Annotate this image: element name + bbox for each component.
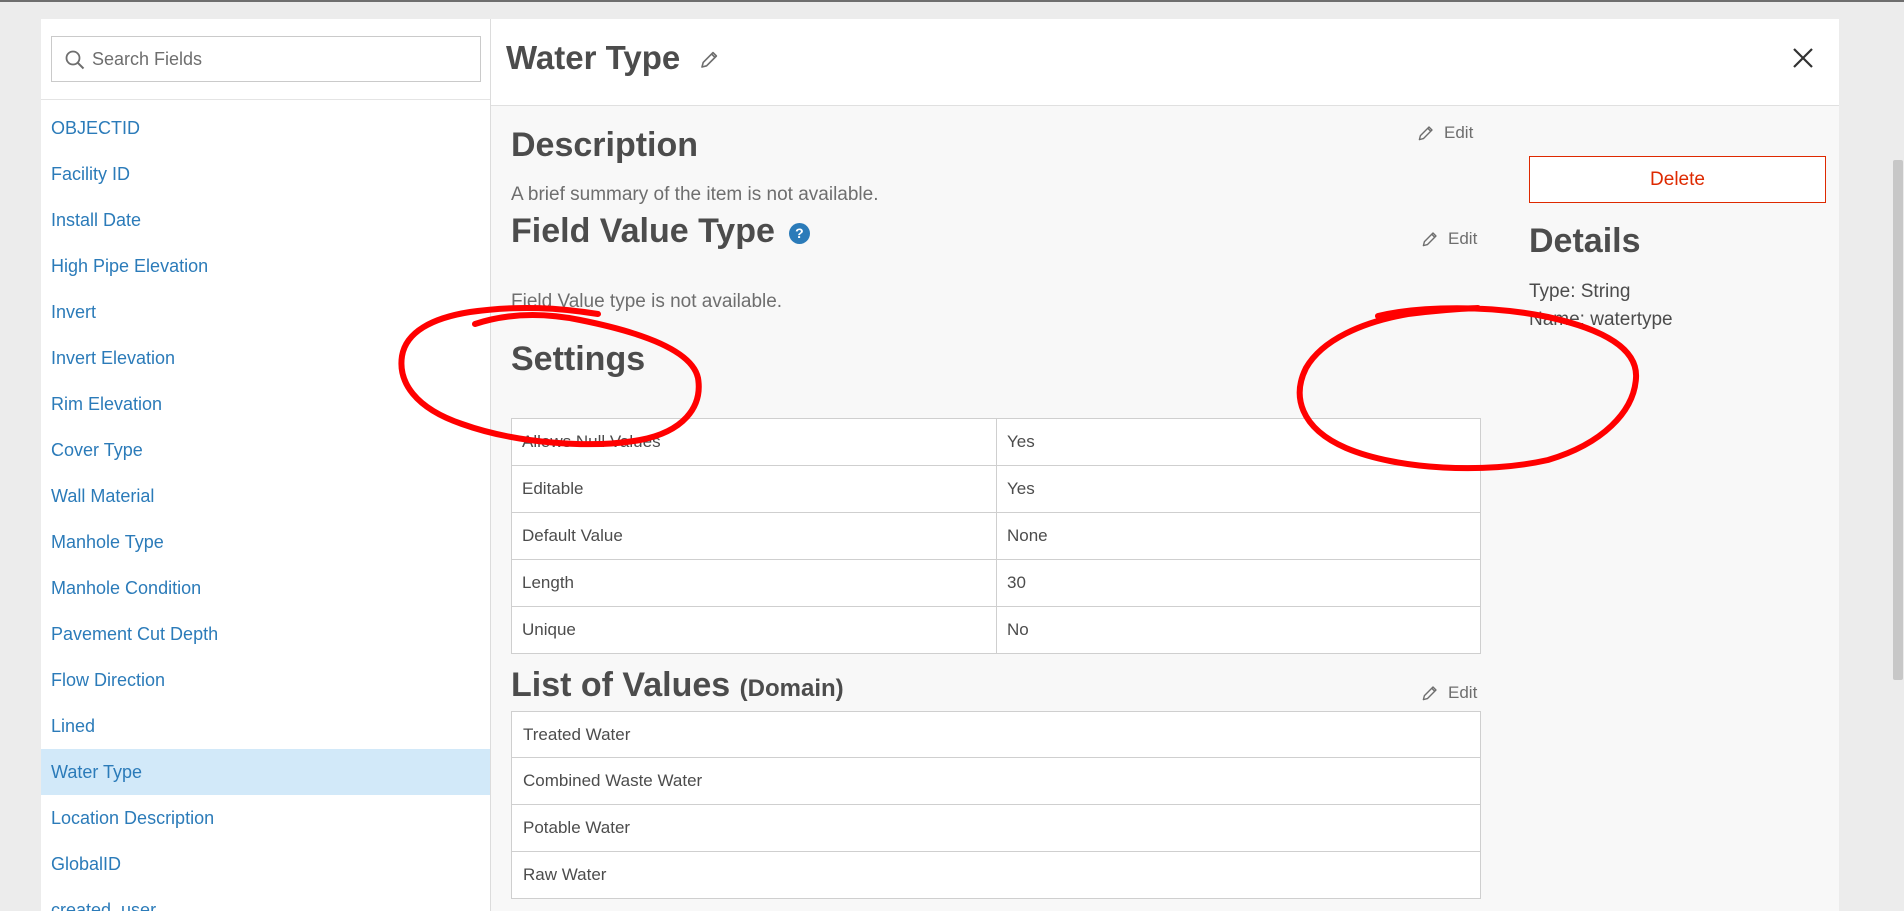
field-list-item[interactable]: GlobalID	[41, 841, 490, 887]
setting-value: Yes	[996, 418, 1481, 466]
setting-value: No	[996, 606, 1481, 654]
domain-subheading: (Domain)	[739, 675, 844, 702]
settings-row: Editable Yes	[511, 465, 1481, 513]
settings-heading: Settings	[511, 340, 646, 378]
field-list-item[interactable]: Water Type	[41, 749, 490, 795]
settings-row: Length 30	[511, 559, 1481, 607]
top-edge-rule	[0, 0, 1904, 2]
field-list-item[interactable]: Lined	[41, 703, 490, 749]
field-list-item[interactable]: Facility ID	[41, 151, 490, 197]
settings-table: Allows Null Values Yes Editable Yes Default …	[511, 418, 1481, 654]
field-list-item[interactable]: Manhole Type	[41, 519, 490, 565]
setting-label: Default Value	[511, 512, 997, 560]
setting-label: Editable	[511, 465, 997, 513]
setting-label: Allows Null Values	[511, 418, 997, 466]
field-list-item[interactable]: Wall Material	[41, 473, 490, 519]
search-input[interactable]	[92, 37, 477, 81]
description-heading: Description	[511, 126, 699, 164]
pencil-icon[interactable]	[697, 48, 721, 72]
domain-value-item: Raw Water	[511, 852, 1481, 899]
detail-header: Water Type	[491, 19, 1839, 106]
detail-body: Description Edit A brief summary of the …	[491, 106, 1839, 911]
field-list-item[interactable]: Install Date	[41, 197, 490, 243]
field-title: Water Type	[506, 39, 681, 76]
setting-value: None	[996, 512, 1481, 560]
field-list-item[interactable]: created_user	[41, 887, 490, 911]
field-name-line: Name: watertype	[1529, 309, 1673, 330]
search-divider	[41, 99, 490, 100]
description-text: A brief summary of the item is not avail…	[511, 184, 879, 205]
field-list-item[interactable]: Flow Direction	[41, 657, 490, 703]
field-list-item[interactable]: Rim Elevation	[41, 381, 490, 427]
field-value-type-heading: Field Value Type?	[511, 212, 810, 251]
search-box[interactable]	[51, 36, 481, 82]
field-value-type-edit-button[interactable]: Edit	[1419, 226, 1477, 252]
settings-row: Unique No	[511, 606, 1481, 654]
setting-label: Length	[511, 559, 997, 607]
setting-label: Unique	[511, 606, 997, 654]
field-value-type-text: Field Value type is not available.	[511, 291, 783, 312]
field-list-item[interactable]: Invert Elevation	[41, 335, 490, 381]
field-list-item[interactable]: Invert	[41, 289, 490, 335]
field-list-item[interactable]: Pavement Cut Depth	[41, 611, 490, 657]
setting-value: Yes	[996, 465, 1481, 513]
domain-values-list: Treated Water Combined Waste Water Potable…	[511, 711, 1481, 899]
delete-button[interactable]: Delete	[1529, 156, 1826, 203]
search-icon	[65, 50, 85, 70]
pencil-icon	[1422, 685, 1437, 700]
domain-edit-button[interactable]: Edit	[1419, 680, 1477, 706]
field-list-panel: OBJECTIDFacility IDInstall DateHigh Pipe…	[41, 19, 491, 911]
page-scrollbar-thumb[interactable]	[1893, 160, 1903, 680]
field-list-item[interactable]: OBJECTID	[41, 105, 490, 151]
edit-label: Edit	[1448, 229, 1478, 248]
pencil-icon	[1422, 231, 1437, 246]
settings-row: Allows Null Values Yes	[511, 418, 1481, 466]
pencil-icon	[1418, 125, 1433, 140]
settings-row: Default Value None	[511, 512, 1481, 560]
description-edit-button[interactable]: Edit	[1415, 120, 1473, 146]
domain-heading: List of Values (Domain)	[511, 666, 844, 705]
edit-label: Edit	[1448, 683, 1478, 702]
setting-value: 30	[996, 559, 1481, 607]
field-value-type-heading-text: Field Value Type	[511, 212, 775, 250]
domain-heading-text: List of Values	[511, 666, 731, 704]
edit-label: Edit	[1444, 123, 1474, 142]
field-list-item[interactable]: High Pipe Elevation	[41, 243, 490, 289]
field-list: OBJECTID Facility ID Install Date High Pipe…	[41, 105, 490, 911]
domain-value-item: Combined Waste Water	[511, 758, 1481, 805]
field-list-item[interactable]: Manhole Condition	[41, 565, 490, 611]
help-icon[interactable]: ?	[788, 222, 810, 244]
field-list-item[interactable]: Location Description	[41, 795, 490, 841]
close-icon[interactable]	[1791, 46, 1815, 70]
domain-value-item: Potable Water	[511, 805, 1481, 852]
field-list-item[interactable]: Cover Type	[41, 427, 490, 473]
field-detail-panel: Water Type Description Edit A brief summ…	[491, 19, 1839, 911]
field-type-line: Type: String	[1529, 281, 1631, 302]
domain-value-item: Treated Water	[511, 711, 1481, 758]
details-heading: Details	[1529, 222, 1641, 260]
